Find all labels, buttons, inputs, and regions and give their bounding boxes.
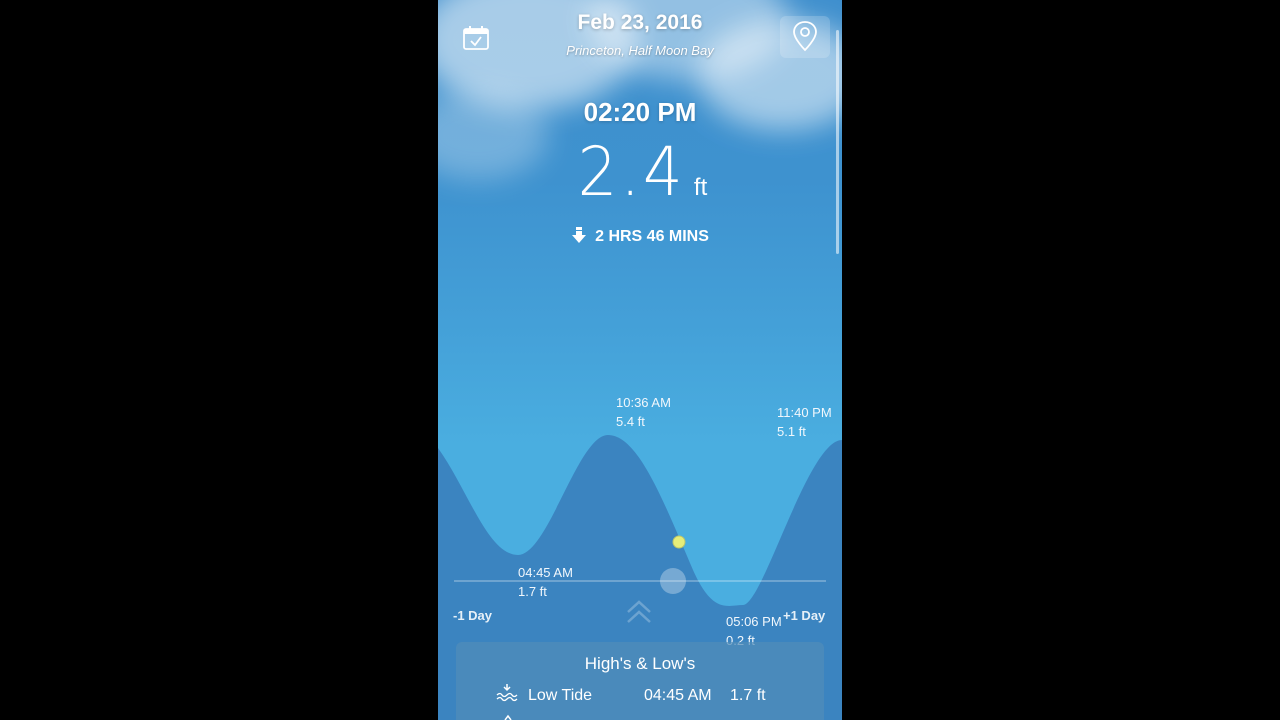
current-position-dot — [672, 535, 686, 549]
low-tide-1-time: 04:45 AM — [518, 565, 573, 580]
low-tide-icon — [496, 684, 518, 702]
highs-lows-panel[interactable]: High's & Low's Low Tide 04:45 AM 1.7 ft — [456, 642, 824, 720]
high-tide-1-height: 5.4 ft — [616, 414, 645, 429]
prev-day-button[interactable]: -1 Day — [453, 608, 492, 623]
tide-countdown: 2 HRS 46 MINS — [438, 226, 842, 246]
tide-row-label: Low Tide — [528, 687, 593, 704]
arrow-down-icon — [572, 227, 587, 243]
current-time: 02:20 PM — [583, 97, 697, 127]
high-tide-2-height: 5.1 ft — [777, 424, 806, 439]
tide-row-height: 1.7 ft — [730, 687, 766, 704]
panel-title: High's & Low's — [584, 654, 696, 673]
low-tide-1-label: 04:45 AM 1.7 ft — [518, 563, 573, 601]
height-value: 2.4 — [577, 133, 686, 212]
map-pin-icon — [793, 21, 817, 52]
timeline-scrubber[interactable] — [660, 568, 686, 594]
high-tide-2-time: 11:40 PM — [777, 405, 832, 420]
next-day-button[interactable]: +1 Day — [783, 608, 825, 623]
high-tide-2-label: 11:40 PM 5.1 ft — [777, 403, 832, 441]
current-height: 2.4 ft — [438, 133, 842, 212]
tide-row-time: 04:45 AM — [644, 687, 712, 704]
location-button[interactable] — [780, 16, 830, 58]
high-tide-1-label: 10:36 AM 5.4 ft — [616, 393, 671, 431]
height-unit: ft — [693, 174, 708, 201]
low-tide-1-height: 1.7 ft — [518, 584, 547, 599]
low-tide-2-time: 05:06 PM — [726, 614, 782, 629]
high-tide-icon — [504, 714, 512, 720]
high-tide-1-time: 10:36 AM — [616, 395, 671, 410]
tide-row: Low Tide 04:45 AM 1.7 ft — [496, 684, 816, 705]
countdown-text: 2 HRS 46 MINS — [595, 228, 709, 245]
tide-app-screen: Feb 23, 2016 Princeton, Half Moon Bay 02… — [438, 0, 842, 720]
